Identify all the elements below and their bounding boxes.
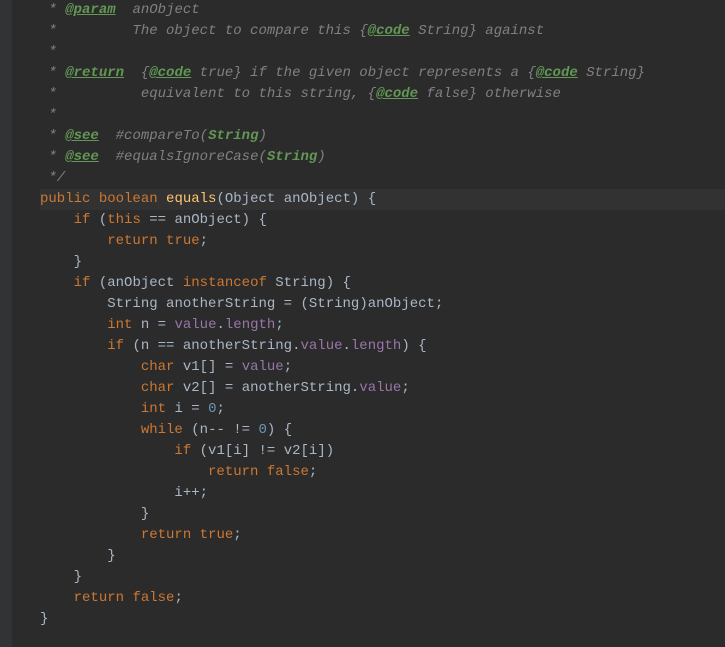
code-line: int i = 0; [40, 399, 725, 420]
code-line: } [40, 546, 725, 567]
code-line: while (n-- != 0) { [40, 420, 725, 441]
code-line: * @see #equalsIgnoreCase(String) [40, 147, 725, 168]
gutter [0, 0, 12, 647]
code-line: return false; [40, 588, 725, 609]
code-line: } [40, 504, 725, 525]
code-line: if (anObject instanceof String) { [40, 273, 725, 294]
code-line: return true; [40, 231, 725, 252]
code-line: i++; [40, 483, 725, 504]
code-line: char v1[] = value; [40, 357, 725, 378]
code-line: return true; [40, 525, 725, 546]
code-editor[interactable]: * @param anObject * The object to compar… [0, 0, 725, 647]
code-line: return false; [40, 462, 725, 483]
code-line: * @return {@code true} if the given obje… [40, 63, 725, 84]
code-line: int n = value.length; [40, 315, 725, 336]
code-line: } [40, 252, 725, 273]
code-line: if (this == anObject) { [40, 210, 725, 231]
code-line: * @see #compareTo(String) [40, 126, 725, 147]
code-line: * [40, 105, 725, 126]
code-line: * equivalent to this string, {@code fals… [40, 84, 725, 105]
code-line: String anotherString = (String)anObject; [40, 294, 725, 315]
code-line: */ [40, 168, 725, 189]
code-line: } [40, 567, 725, 588]
code-line: if (v1[i] != v2[i]) [40, 441, 725, 462]
code-line: if (n == anotherString.value.length) { [40, 336, 725, 357]
code-line: char v2[] = anotherString.value; [40, 378, 725, 399]
code-content[interactable]: * @param anObject * The object to compar… [12, 0, 725, 647]
code-line: * @param anObject [40, 0, 725, 21]
code-line-highlighted: public boolean equals(Object anObject) { [40, 189, 725, 210]
code-line: } [40, 609, 725, 630]
code-line: * [40, 42, 725, 63]
code-line: * The object to compare this {@code Stri… [40, 21, 725, 42]
